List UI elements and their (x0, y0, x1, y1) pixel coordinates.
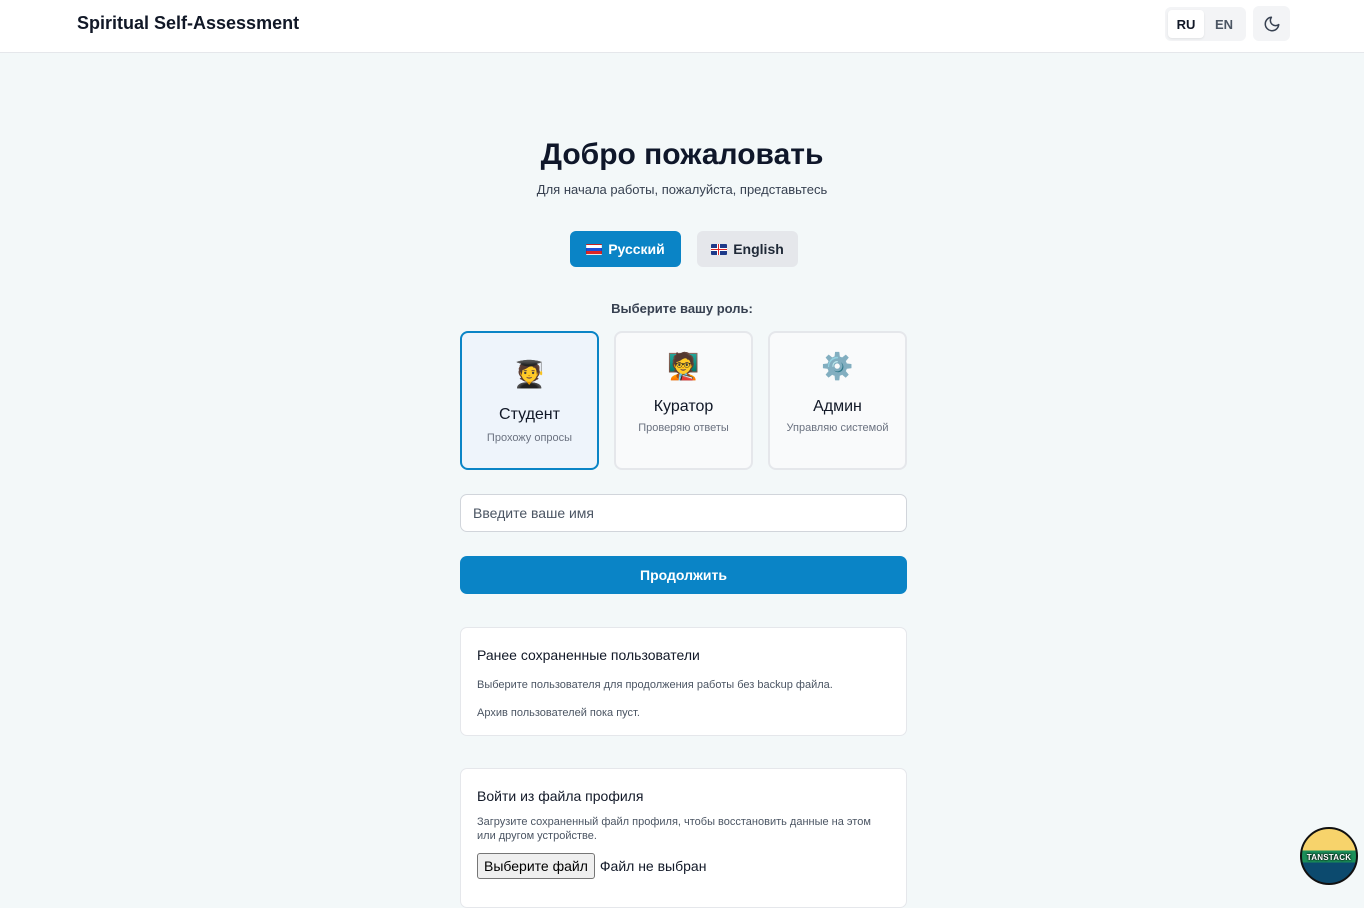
file-status: Файл не выбран (599, 858, 707, 874)
moon-icon (1264, 16, 1279, 31)
app-title: Spiritual Self-Assessment (77, 13, 300, 33)
choose-russian-label: Русский (608, 241, 665, 257)
teacher-icon: 🧑‍🏫 (667, 351, 700, 381)
uk-flag-icon (711, 243, 728, 255)
russia-flag-icon (586, 243, 603, 255)
profile-file-hint: Загрузите сохраненный файл профиля, чтоб… (477, 816, 871, 842)
continue-button[interactable]: Продолжить (460, 556, 907, 594)
file-picker: Выберите файл Файл не выбран (477, 853, 706, 879)
choose-russian-button[interactable]: Русский (570, 231, 681, 267)
saved-users-empty: Архив пользователей пока пуст. (477, 707, 640, 719)
choose-english-button[interactable]: English (697, 231, 798, 267)
lang-ru-button[interactable]: RU (1168, 10, 1204, 38)
saved-users-hint: Выберите пользователя для продолжения ра… (477, 679, 833, 691)
top-bar: Spiritual Self-Assessment RU EN (0, 0, 1364, 53)
tanstack-logo-label: TANSTACK (1306, 853, 1352, 862)
saved-users-title: Ранее сохраненные пользователи (477, 647, 700, 663)
page-subtitle: Для начала работы, пожалуйста, представь… (536, 182, 828, 197)
page-title: Добро пожаловать (540, 138, 824, 171)
language-switch: RU EN (1165, 7, 1246, 41)
role-card-student[interactable]: 🧑‍🎓 Студент Прохожу опросы (460, 331, 599, 470)
choose-file-button[interactable]: Выберите файл (477, 853, 595, 879)
profile-file-panel: Войти из файла профиля Загрузите сохране… (460, 768, 907, 908)
role-title: Админ (813, 398, 862, 415)
role-title: Студент (499, 406, 560, 423)
gear-icon: ⚙️ (821, 351, 854, 381)
saved-users-panel: Ранее сохраненные пользователи Выберите … (460, 627, 907, 736)
choose-english-label: English (733, 241, 784, 257)
profile-file-title: Войти из файла профиля (477, 788, 644, 804)
theme-toggle-button[interactable] (1253, 6, 1290, 41)
role-prompt: Выберите вашу роль: (611, 301, 753, 316)
tanstack-devtools-button[interactable]: TANSTACK (1300, 827, 1358, 885)
role-description: Прохожу опросы (486, 432, 573, 444)
name-input[interactable] (460, 494, 907, 532)
role-card-curator[interactable]: 🧑‍🏫 Куратор Проверяю ответы (614, 331, 753, 470)
main-content: Добро пожаловать Для начала работы, пожа… (0, 53, 1364, 908)
lang-en-button[interactable]: EN (1206, 10, 1242, 38)
role-card-admin[interactable]: ⚙️ Админ Управляю системой (768, 331, 907, 470)
role-description: Управляю системой (786, 422, 889, 434)
role-title: Куратор (653, 398, 714, 415)
student-icon: 🧑‍🎓 (513, 359, 546, 389)
role-description: Проверяю ответы (638, 422, 729, 434)
